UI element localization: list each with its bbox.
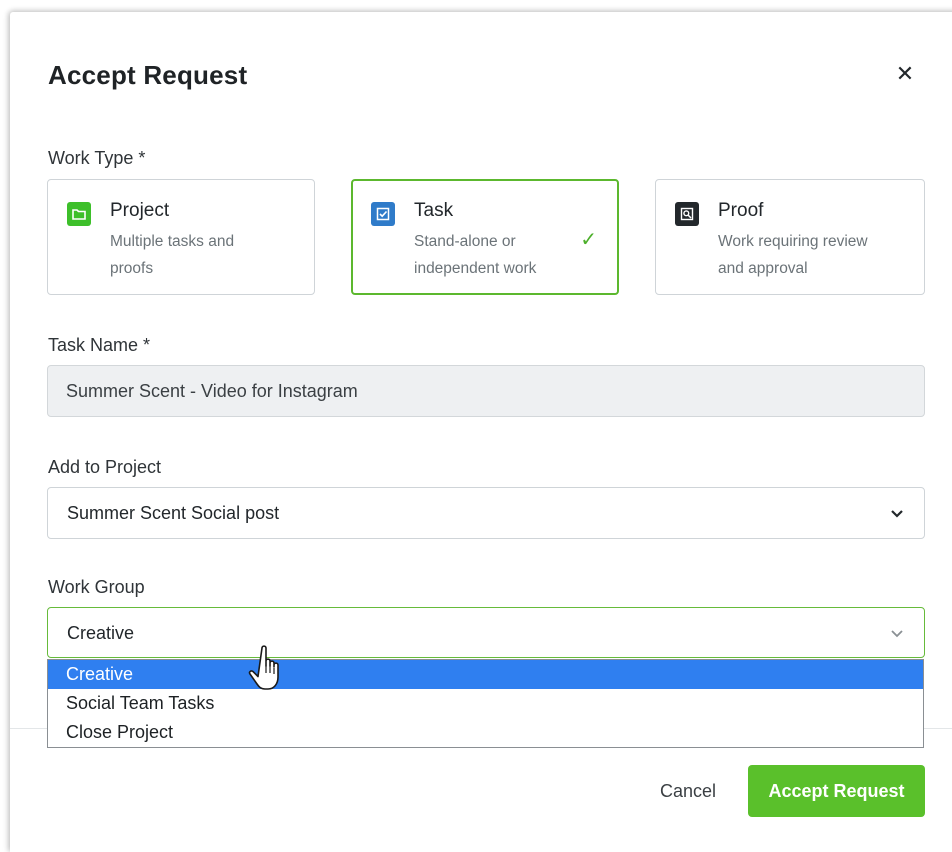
dialog-title: Accept Request (48, 60, 248, 90)
work-type-title: Proof (718, 200, 764, 221)
work-group-select[interactable]: Creative (47, 607, 925, 658)
checkbox-icon (371, 202, 395, 226)
work-type-title: Project (110, 200, 170, 221)
work-type-label: Work Type * (48, 148, 146, 168)
work-type-task-card[interactable]: Task Stand-alone or independent work ✓ (351, 179, 619, 295)
folder-icon (67, 202, 91, 226)
selected-check-icon: ✓ (580, 227, 597, 251)
work-type-proof-card[interactable]: Proof Work requiring review and approval (655, 179, 925, 295)
close-icon[interactable]: ✕ (894, 64, 916, 86)
chevron-down-icon (891, 510, 903, 518)
hand-cursor-icon (248, 645, 279, 690)
work-type-description: Stand-alone or independent work (414, 233, 537, 277)
work-type-title: Task (414, 200, 454, 221)
add-to-project-select[interactable]: Summer Scent Social post (47, 487, 925, 539)
accept-request-button[interactable]: Accept Request (748, 765, 925, 817)
work-type-project-card[interactable]: Project Multiple tasks and proofs (47, 179, 315, 295)
cancel-button[interactable]: Cancel (640, 765, 736, 817)
task-name-label: Task Name * (48, 335, 151, 355)
dropdown-option-social-team-tasks[interactable]: Social Team Tasks (48, 689, 923, 718)
proof-search-icon (675, 202, 699, 226)
add-to-project-value: Summer Scent Social post (67, 503, 280, 523)
work-type-description: Multiple tasks and proofs (110, 233, 235, 277)
dropdown-option-close-project[interactable]: Close Project (48, 718, 923, 747)
work-type-description: Work requiring review and approval (718, 233, 868, 277)
task-name-input[interactable]: Summer Scent - Video for Instagram (47, 365, 925, 417)
work-group-value: Creative (67, 623, 135, 643)
work-group-dropdown-list: Creative Social Team Tasks Close Project (47, 659, 924, 748)
dropdown-option-creative[interactable]: Creative (48, 660, 923, 689)
work-group-label: Work Group (48, 577, 145, 597)
chevron-down-icon (891, 630, 903, 638)
add-to-project-label: Add to Project (48, 457, 162, 477)
